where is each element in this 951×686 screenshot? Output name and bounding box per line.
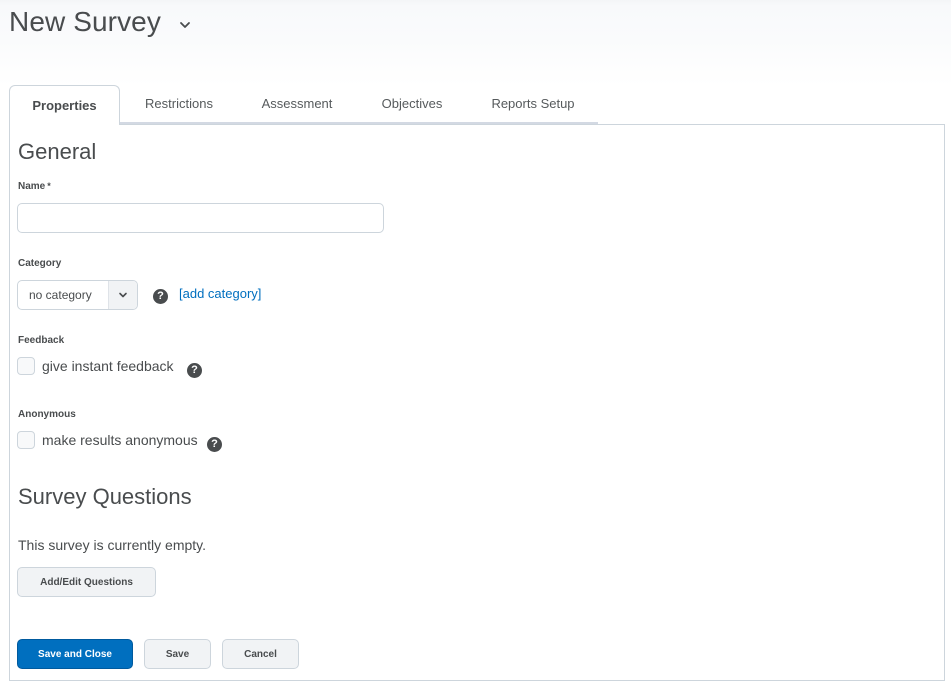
tab-restrictions[interactable]: Restrictions — [120, 85, 238, 124]
select-chevron-down-icon — [108, 281, 137, 309]
anonymous-help-icon[interactable]: ? — [207, 437, 222, 452]
survey-questions-heading: Survey Questions — [18, 484, 192, 509]
chevron-down-icon[interactable] — [178, 18, 192, 32]
anonymous-results-checkbox[interactable] — [17, 431, 35, 449]
name-input[interactable] — [17, 203, 384, 233]
feedback-help-icon[interactable]: ? — [187, 363, 202, 378]
name-label-text: Name — [18, 181, 46, 192]
save-button[interactable]: Save — [144, 639, 211, 669]
cancel-button[interactable]: Cancel — [222, 639, 299, 669]
page-title: New Survey — [9, 6, 161, 37]
tab-assessment[interactable]: Assessment — [238, 85, 356, 124]
instant-feedback-checkbox[interactable] — [17, 357, 35, 375]
category-label: Category — [18, 258, 62, 269]
anonymous-results-label[interactable]: make results anonymous — [42, 432, 198, 448]
anonymous-label: Anonymous — [18, 409, 76, 420]
general-heading: General — [18, 139, 97, 164]
add-category-link[interactable]: [add category] — [179, 286, 261, 301]
tab-objectives[interactable]: Objectives — [356, 85, 468, 124]
tab-properties[interactable]: Properties — [9, 85, 120, 125]
category-help-icon[interactable]: ? — [153, 289, 168, 304]
required-marker: * — [47, 181, 51, 191]
category-selected-value: no category — [29, 288, 92, 302]
feedback-label: Feedback — [18, 335, 65, 346]
tab-reports-setup[interactable]: Reports Setup — [468, 85, 598, 124]
instant-feedback-label[interactable]: give instant feedback — [42, 358, 174, 374]
save-and-close-button[interactable]: Save and Close — [17, 639, 133, 669]
tab-bar: Properties Restrictions Assessment Objec… — [9, 85, 598, 125]
name-label: Name * — [18, 181, 51, 192]
category-select[interactable]: no category — [17, 280, 138, 310]
empty-survey-text: This survey is currently empty. — [18, 537, 207, 553]
add-edit-questions-button[interactable]: Add/Edit Questions — [17, 567, 156, 597]
